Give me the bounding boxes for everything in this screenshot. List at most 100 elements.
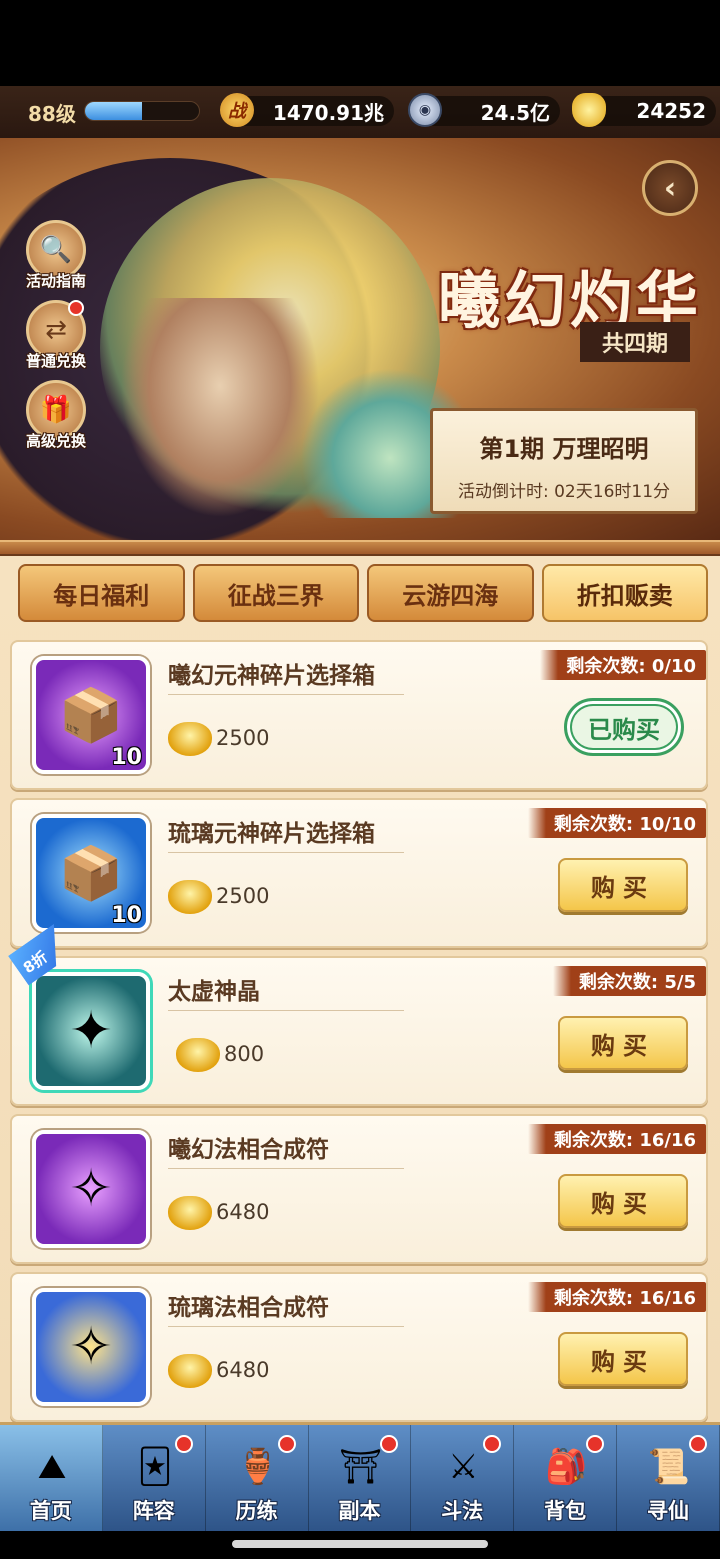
nav-label: 寻仙 <box>646 1499 689 1523</box>
gold-display[interactable]: 24252 <box>572 93 716 127</box>
remaining-count: 剩余次数: 5/5 <box>552 966 706 996</box>
gold-ingot-icon <box>572 93 606 127</box>
tab-bar: 每日福利 征战三界 云游四海 折扣贩卖 <box>18 564 708 624</box>
gold-ingot-icon <box>168 1354 212 1388</box>
divider-line <box>168 1326 404 1327</box>
tab-travel[interactable]: 云游四海 <box>367 564 534 622</box>
buy-button[interactable]: 购买 <box>558 858 688 912</box>
nav-label: 历练 <box>235 1499 278 1523</box>
guide-button[interactable]: 🔍 活动指南 <box>20 220 92 296</box>
shop-item: ✧ 曦幻法相合成符 6480 剩余次数: 16/16 购买 <box>10 1114 708 1264</box>
shop-item: ✦ 8折 太虚神晶 800 剩余次数: 5/5 购买 <box>10 956 708 1106</box>
exp-bar <box>84 101 200 121</box>
talisman-icon[interactable]: ✧ <box>32 1288 150 1406</box>
player-level: 88级 <box>28 102 76 126</box>
normal-exchange-button[interactable]: ⇄ 普通兑换 <box>20 300 92 376</box>
item-name: 曦幻法相合成符 <box>168 1137 329 1163</box>
remaining-count: 剩余次数: 16/16 <box>527 1282 706 1312</box>
divider-line <box>168 694 404 695</box>
nav-training[interactable]: 🏺 历练 <box>205 1425 309 1531</box>
advanced-exchange-label: 高级兑换 <box>25 432 86 450</box>
item-price: 800 <box>224 1042 265 1066</box>
remaining-count: 剩余次数: 16/16 <box>527 1124 706 1154</box>
tab-daily-welfare[interactable]: 每日福利 <box>18 564 185 622</box>
notification-dot <box>688 1435 707 1453</box>
item-price: 6480 <box>216 1358 270 1382</box>
advanced-exchange-button[interactable]: 🎁 高级兑换 <box>20 380 92 456</box>
status-bar: 88级 战 1470.91兆 ◉ 24.5亿 24252 <box>0 86 720 138</box>
shop-content: 每日福利 征战三界 云游四海 折扣贩卖 📦 10 曦幻元神碎片选择箱 2500 剩… <box>0 556 720 1422</box>
shop-item: 📦 10 曦幻元神碎片选择箱 2500 剩余次数: 0/10 已购买 <box>10 640 708 790</box>
gold-ingot-icon <box>168 1196 212 1230</box>
item-count: 10 <box>111 745 142 770</box>
gold-ingot-icon <box>168 722 212 756</box>
item-price: 2500 <box>216 884 270 908</box>
gold-value: 24252 <box>636 99 706 123</box>
notification-dot <box>68 300 84 316</box>
shop-item: 📦 10 琉璃元神碎片选择箱 2500 剩余次数: 10/10 购买 <box>10 798 708 948</box>
buy-button[interactable]: 购买 <box>558 1332 688 1386</box>
bottom-nav: ⛰ 首页 🃏 阵容 🏺 历练 ⛩ 副本 ⚔ 斗法 🎒 背包 📜 寻仙 <box>0 1422 720 1531</box>
home-icon: ⛰ <box>37 1447 67 1487</box>
divider-line <box>168 1010 404 1011</box>
character-art-secondary <box>120 298 320 518</box>
chest-icon[interactable]: 📦 10 <box>32 656 150 774</box>
nav-label: 斗法 <box>441 1499 484 1523</box>
nav-label: 阵容 <box>132 1499 175 1523</box>
item-name: 琉璃法相合成符 <box>168 1295 329 1321</box>
item-name: 曦幻元神碎片选择箱 <box>168 663 375 689</box>
tab-discount-sale[interactable]: 折扣贩卖 <box>541 564 708 622</box>
nav-label: 首页 <box>29 1499 72 1523</box>
shop-item: ✧ 琉璃法相合成符 6480 剩余次数: 16/16 购买 <box>10 1272 708 1422</box>
notification-dot <box>380 1435 399 1453</box>
item-price: 6480 <box>216 1200 270 1224</box>
exp-fill <box>85 102 142 120</box>
tab-campaign[interactable]: 征战三界 <box>192 564 359 622</box>
divider-line <box>168 1168 404 1169</box>
nav-battle[interactable]: ⚔ 斗法 <box>411 1425 515 1531</box>
nav-dungeon[interactable]: ⛩ 副本 <box>308 1425 412 1531</box>
period-name: 第1期 万理昭明 <box>479 435 649 463</box>
notification-dot <box>174 1435 193 1453</box>
gold-ingot-icon <box>168 880 212 914</box>
event-subtitle: 共四期 <box>579 322 690 362</box>
silver-display[interactable]: ◉ 24.5亿 <box>408 93 560 127</box>
nav-label: 副本 <box>338 1499 381 1523</box>
remaining-count: 剩余次数: 0/10 <box>540 650 706 680</box>
nav-label: 背包 <box>544 1499 587 1523</box>
buy-button[interactable]: 购买 <box>558 1174 688 1228</box>
purchased-badge: 已购买 <box>564 698 684 756</box>
item-name: 琉璃元神碎片选择箱 <box>168 821 375 847</box>
home-indicator[interactable] <box>232 1540 488 1548</box>
normal-exchange-label: 普通兑换 <box>25 352 86 370</box>
crystal-icon[interactable]: ✦ <box>32 972 150 1090</box>
buy-button[interactable]: 购买 <box>558 1016 688 1070</box>
notification-dot <box>586 1435 605 1453</box>
remaining-count: 剩余次数: 10/10 <box>527 808 706 838</box>
silver-value: 24.5亿 <box>480 100 550 125</box>
nav-seek[interactable]: 📜 寻仙 <box>617 1425 720 1531</box>
back-button[interactable]: ‹ <box>642 160 698 216</box>
item-name: 太虚神晶 <box>168 979 260 1005</box>
notification-dot <box>483 1435 502 1453</box>
chest-icon[interactable]: 📦 10 <box>32 814 150 932</box>
chevron-left-icon: ‹ <box>663 170 677 206</box>
countdown: 活动倒计时: 02天16时11分 <box>457 482 671 502</box>
item-price: 2500 <box>216 726 270 750</box>
period-box: 第1期 万理昭明 活动倒计时: 02天16时11分 <box>430 408 698 514</box>
power-value: 1470.91兆 <box>272 100 384 125</box>
guide-label: 活动指南 <box>25 272 86 290</box>
banner-divider <box>0 540 720 556</box>
notification-dot <box>277 1435 296 1453</box>
event-banner: ‹ 曦幻灼华 共四期 第1期 万理昭明 活动倒计时: 02天16时11分 🔍 活… <box>0 138 720 540</box>
nav-lineup[interactable]: 🃏 阵容 <box>102 1425 206 1531</box>
talisman-icon[interactable]: ✧ <box>32 1130 150 1248</box>
gold-ingot-icon <box>176 1038 220 1072</box>
power-display: 战 1470.91兆 <box>220 93 394 127</box>
silver-coin-icon: ◉ <box>408 93 442 127</box>
divider-line <box>168 852 404 853</box>
nav-home[interactable]: ⛰ 首页 <box>0 1425 103 1531</box>
power-icon: 战 <box>220 93 254 127</box>
item-count: 10 <box>111 903 142 928</box>
nav-bag[interactable]: 🎒 背包 <box>514 1425 618 1531</box>
